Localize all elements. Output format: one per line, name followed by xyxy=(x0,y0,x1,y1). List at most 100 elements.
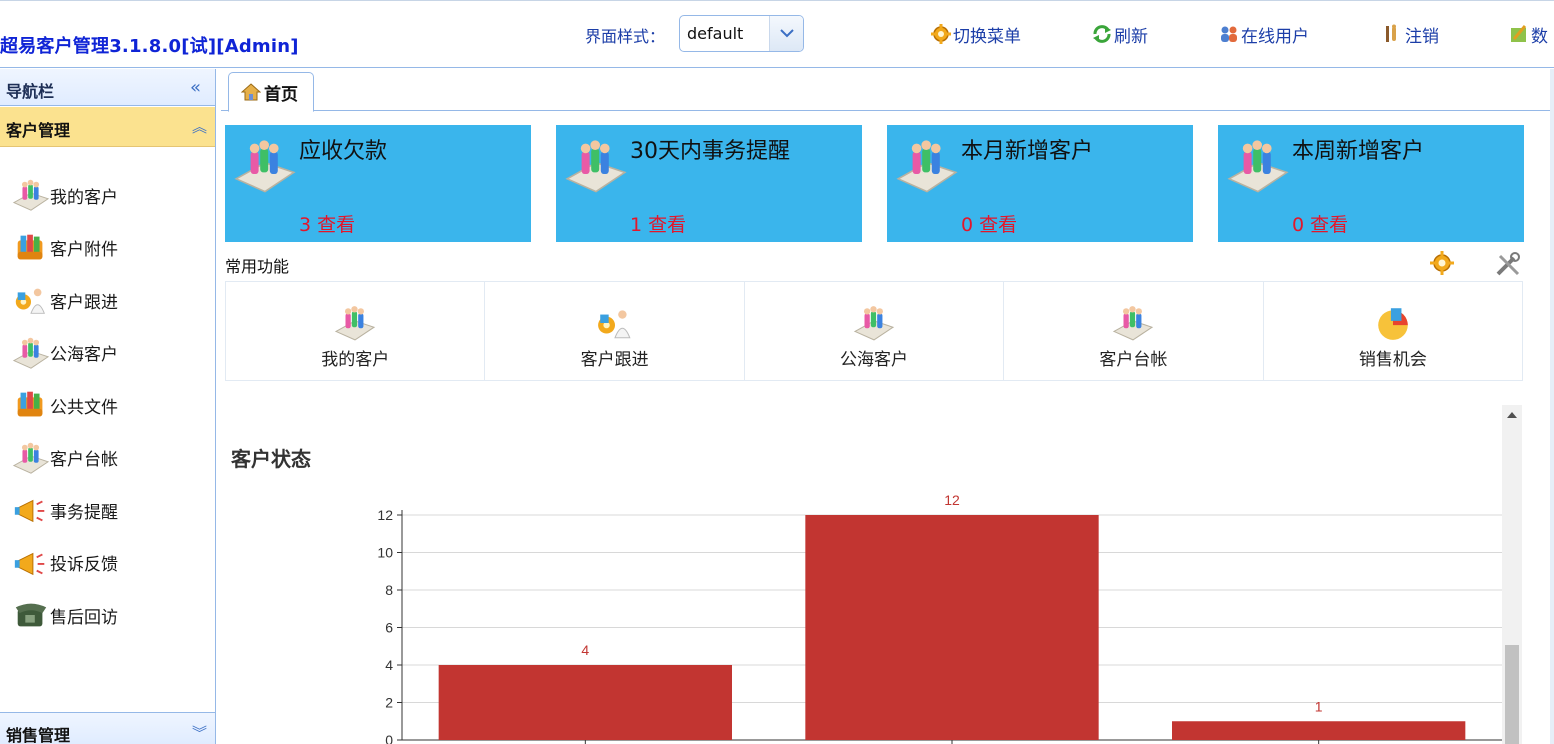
navigation-panel: 导航栏 « 客户管理 ︽ 我的客户客户附件客户跟进公海客户公共文件客户台帐事务提… xyxy=(0,69,216,744)
right-border xyxy=(1550,69,1554,744)
chevron-down-icon[interactable]: ︾ xyxy=(192,722,207,743)
books-icon xyxy=(12,230,50,266)
people-icon xyxy=(12,440,50,476)
common-function-label: 客户跟进 xyxy=(580,350,649,370)
chevron-up-icon[interactable]: ︽ xyxy=(192,116,207,137)
nav-header: 导航栏 « xyxy=(0,69,215,106)
sidebar-item[interactable]: 客户附件 xyxy=(12,230,118,266)
online-users-button[interactable]: 在线用户 xyxy=(1218,21,1309,47)
online-users-icon xyxy=(1218,23,1240,45)
summary-card: 本周新增客户 0 查看 xyxy=(1218,125,1524,242)
tab-bar: 首页 xyxy=(221,69,1554,112)
sidebar-item[interactable]: 事务提醒 xyxy=(12,492,118,528)
sidebar-item-label: 事务提醒 xyxy=(50,502,118,523)
card-count: 0 xyxy=(1292,214,1305,236)
opportunity-icon xyxy=(1371,304,1415,342)
customer-status-chart: 0 2 4 6 8 10 12 4 12 1 xyxy=(377,492,1502,744)
card-view-link[interactable]: 查看 xyxy=(317,214,355,236)
people-icon xyxy=(233,137,297,195)
style-label: 界面样式： xyxy=(585,27,666,46)
sidebar-item-label: 我的客户 xyxy=(50,187,118,208)
people-icon xyxy=(1226,137,1290,195)
summary-card: 应收欠款 3 查看 xyxy=(225,125,531,242)
people-icon xyxy=(333,304,377,342)
y-tick-label: 2 xyxy=(385,695,393,711)
logout-label: 注销 xyxy=(1405,26,1439,47)
card-view-link[interactable]: 查看 xyxy=(648,214,686,236)
data-button[interactable]: 数 xyxy=(1508,21,1548,47)
sidebar-item-label: 售后回访 xyxy=(50,607,118,628)
card-count-link[interactable]: 3 查看 xyxy=(299,210,355,237)
tab-home[interactable]: 首页 xyxy=(228,72,314,112)
chevron-down-icon[interactable] xyxy=(769,16,803,51)
logout-button[interactable]: 注销 xyxy=(1382,21,1439,47)
common-function-label: 销售机会 xyxy=(1358,350,1427,370)
refresh-button[interactable]: 刷新 xyxy=(1091,21,1148,47)
y-tick-label: 8 xyxy=(385,582,393,598)
common-function-item[interactable]: 销售机会 xyxy=(1264,282,1522,380)
sidebar-item-label: 公共文件 xyxy=(50,397,118,418)
megaphone-icon xyxy=(12,492,50,528)
tools-icon[interactable] xyxy=(1494,250,1522,278)
data-label: 1 xyxy=(1315,698,1323,714)
chart-title: 客户状态 xyxy=(231,447,311,471)
common-function-label: 客户台帐 xyxy=(1099,350,1168,370)
style-select-value: default xyxy=(687,24,744,43)
common-function-label: 公海客户 xyxy=(840,350,909,370)
common-functions-label: 常用功能 xyxy=(225,257,290,276)
sidebar-item[interactable]: 客户跟进 xyxy=(12,282,118,318)
sidebar-item[interactable]: 公海客户 xyxy=(12,335,118,371)
common-function-item[interactable]: 客户跟进 xyxy=(485,282,745,380)
card-title: 本周新增客户 xyxy=(1292,139,1425,164)
scroll-up-arrow[interactable] xyxy=(1507,412,1517,418)
switch-menu-label: 切换菜单 xyxy=(953,26,1021,47)
nav-group-sales-management[interactable]: 销售管理 ︾ xyxy=(0,712,215,744)
sidebar-item[interactable]: 客户台帐 xyxy=(12,440,118,476)
refresh-label: 刷新 xyxy=(1114,26,1148,47)
phone-icon xyxy=(12,597,50,633)
settings-gear-icon[interactable] xyxy=(1429,250,1457,278)
common-function-item[interactable]: 我的客户 xyxy=(226,282,486,380)
top-header: 超易客户管理3.1.8.0[试][Admin] 界面样式： default 切换… xyxy=(0,0,1554,68)
y-tick-label: 0 xyxy=(385,732,393,744)
nav-group-label: 销售管理 xyxy=(6,726,71,744)
sidebar-item-label: 客户附件 xyxy=(50,240,118,260)
switch-menu-button[interactable]: 切换菜单 xyxy=(930,21,1021,47)
vertical-scrollbar[interactable] xyxy=(1502,405,1522,744)
followup-icon xyxy=(12,282,50,318)
app-title: 超易客户管理3.1.8.0[试][Admin] xyxy=(0,36,299,57)
sidebar-item[interactable]: 公共文件 xyxy=(12,387,118,423)
card-view-link[interactable]: 查看 xyxy=(979,214,1017,236)
sidebar-item[interactable]: 我的客户 xyxy=(12,177,118,213)
sidebar-item-label: 公海客户 xyxy=(50,345,118,365)
people-icon xyxy=(564,137,628,195)
card-count-link[interactable]: 1 查看 xyxy=(630,210,686,237)
refresh-icon xyxy=(1091,23,1113,45)
sidebar-item-label: 投诉反馈 xyxy=(50,555,118,575)
summary-card: 本月新增客户 0 查看 xyxy=(887,125,1193,242)
y-tick-label: 4 xyxy=(385,657,393,673)
sidebar-item-label: 客户跟进 xyxy=(50,292,118,313)
sidebar-item[interactable]: 售后回访 xyxy=(12,597,118,633)
nav-group-customer-management[interactable]: 客户管理 ︽ xyxy=(0,107,215,147)
people-icon xyxy=(12,177,50,213)
sidebar-item-label: 客户台帐 xyxy=(50,450,118,470)
common-function-item[interactable]: 客户台帐 xyxy=(1004,282,1264,380)
collapse-icon[interactable]: « xyxy=(190,77,201,98)
common-function-item[interactable]: 公海客户 xyxy=(745,282,1005,380)
scroll-thumb[interactable] xyxy=(1505,645,1519,744)
chart-bar xyxy=(1172,721,1466,740)
card-count-link[interactable]: 0 查看 xyxy=(1292,210,1348,237)
card-title: 30天内事务提醒 xyxy=(630,139,790,164)
summary-card: 30天内事务提醒 1 查看 xyxy=(556,125,862,242)
sidebar-item[interactable]: 投诉反馈 xyxy=(12,545,118,581)
data-label: 12 xyxy=(944,492,960,508)
y-tick-label: 6 xyxy=(385,620,393,636)
style-select[interactable]: default xyxy=(679,15,804,52)
card-title: 应收欠款 xyxy=(299,139,388,164)
card-view-link[interactable]: 查看 xyxy=(1310,214,1348,236)
card-count-link[interactable]: 0 查看 xyxy=(961,210,1017,237)
chart-bar xyxy=(438,665,732,740)
logout-icon xyxy=(1382,23,1404,45)
card-title: 本月新增客户 xyxy=(961,139,1094,164)
